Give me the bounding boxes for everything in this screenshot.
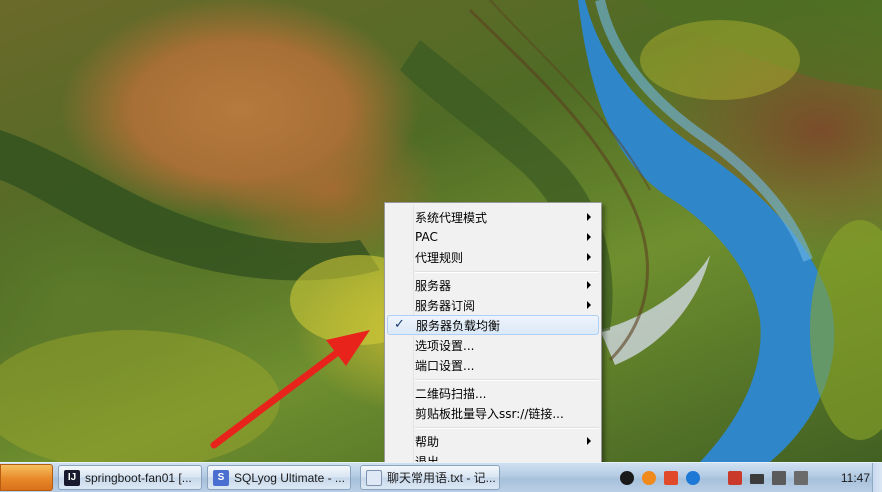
menu-item-system-proxy-mode[interactable]: 系统代理模式 bbox=[387, 207, 599, 227]
menu-separator bbox=[415, 379, 599, 381]
network-icon[interactable] bbox=[664, 471, 678, 485]
signal-icon[interactable] bbox=[750, 474, 764, 484]
show-desktop-button[interactable] bbox=[872, 463, 882, 492]
submenu-arrow-icon bbox=[587, 233, 591, 241]
taskbar: IJ springboot-fan01 [... S SQLyog Ultima… bbox=[0, 462, 882, 492]
submenu-arrow-icon bbox=[587, 213, 591, 221]
menu-item-label: 服务器订阅 bbox=[415, 298, 476, 313]
volume-icon[interactable] bbox=[728, 471, 742, 485]
teamviewer-icon[interactable] bbox=[686, 471, 700, 485]
menu-item-label: 选项设置... bbox=[415, 338, 475, 353]
menu-item-label: 二维码扫描... bbox=[415, 386, 487, 401]
qq-icon[interactable] bbox=[620, 471, 634, 485]
menu-item-label: 剪贴板批量导入ssr://链接... bbox=[415, 406, 564, 421]
intellij-icon: IJ bbox=[64, 469, 80, 486]
menu-item-options[interactable]: 选项设置... bbox=[387, 335, 599, 355]
submenu-arrow-icon bbox=[587, 253, 591, 261]
menu-item-server-subscription[interactable]: 服务器订阅 bbox=[387, 295, 599, 315]
notepad-icon bbox=[366, 469, 382, 486]
submenu-arrow-icon bbox=[587, 281, 591, 289]
taskbar-button-label: SQLyog Ultimate - ... bbox=[234, 470, 345, 485]
menu-item-server-load-balance[interactable]: ✓ 服务器负载均衡 bbox=[387, 315, 599, 335]
menu-item-label: 端口设置... bbox=[415, 358, 475, 373]
checkmark-icon: ✓ bbox=[394, 317, 405, 332]
menu-item-help[interactable]: 帮助 bbox=[387, 431, 599, 451]
menu-item-label: 服务器负载均衡 bbox=[416, 318, 501, 333]
menu-item-qrcode-scan[interactable]: 二维码扫描... bbox=[387, 383, 599, 403]
menu-item-servers[interactable]: 服务器 bbox=[387, 275, 599, 295]
power-icon[interactable] bbox=[794, 471, 808, 485]
menu-item-proxy-rules[interactable]: 代理规则 bbox=[387, 247, 599, 267]
start-button[interactable] bbox=[0, 464, 53, 491]
clock[interactable]: 11:47 bbox=[841, 471, 870, 485]
taskbar-button-label: springboot-fan01 [... bbox=[85, 470, 192, 485]
submenu-arrow-icon bbox=[587, 437, 591, 445]
app-icon[interactable] bbox=[642, 471, 656, 485]
taskbar-button-sqlyog[interactable]: S SQLyog Ultimate - ... bbox=[207, 465, 351, 490]
speaker-icon[interactable] bbox=[772, 471, 786, 485]
menu-item-clipboard-import[interactable]: 剪贴板批量导入ssr://链接... bbox=[387, 403, 599, 423]
menu-item-label: PAC bbox=[415, 230, 438, 244]
menu-separator bbox=[415, 271, 599, 273]
menu-item-pac[interactable]: PAC bbox=[387, 227, 599, 247]
menu-item-label: 帮助 bbox=[415, 434, 440, 449]
menu-item-label: 系统代理模式 bbox=[415, 210, 488, 225]
sqlyog-icon: S bbox=[213, 469, 229, 486]
taskbar-button-notepad[interactable]: 聊天常用语.txt - 记... bbox=[360, 465, 500, 490]
taskbar-button-intellij[interactable]: IJ springboot-fan01 [... bbox=[58, 465, 202, 490]
menu-item-label: 代理规则 bbox=[415, 250, 464, 265]
submenu-arrow-icon bbox=[587, 301, 591, 309]
system-tray: 11:47 bbox=[548, 463, 882, 492]
menu-item-label: 服务器 bbox=[415, 278, 452, 293]
ssr-tray-context-menu: 系统代理模式 PAC 代理规则 服务器 服务器订阅 ✓ 服务器负载均衡 选项设置… bbox=[384, 202, 602, 474]
menu-separator bbox=[415, 427, 599, 429]
menu-item-port-settings[interactable]: 端口设置... bbox=[387, 355, 599, 375]
taskbar-button-label: 聊天常用语.txt - 记... bbox=[387, 471, 496, 485]
